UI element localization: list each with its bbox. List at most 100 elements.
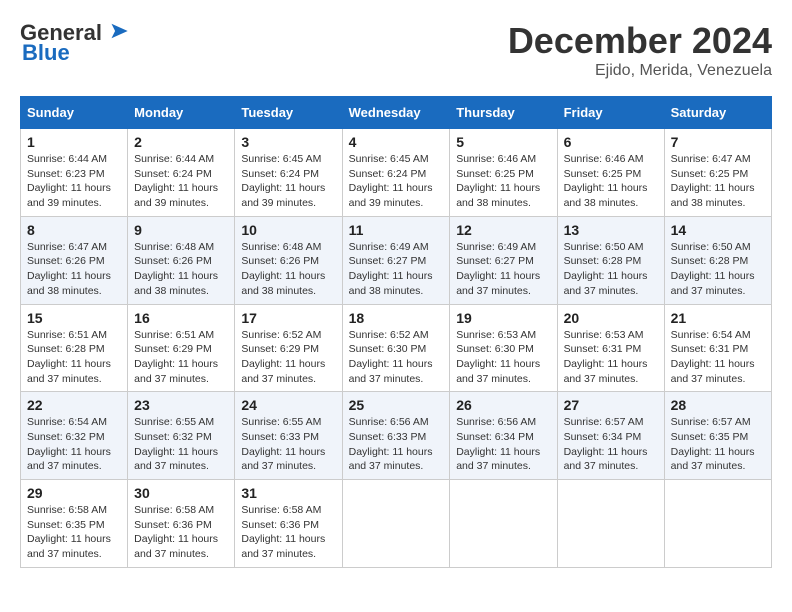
day-number: 4 [349,134,444,150]
calendar-cell: 18 Sunrise: 6:52 AM Sunset: 6:30 PM Dayl… [342,304,450,392]
day-of-week-header: Sunday [21,97,128,129]
day-number: 18 [349,310,444,326]
day-number: 2 [134,134,228,150]
day-info: Sunrise: 6:58 AM Sunset: 6:36 PM Dayligh… [241,503,335,562]
calendar-week-row: 29 Sunrise: 6:58 AM Sunset: 6:35 PM Dayl… [21,480,772,568]
calendar-cell: 16 Sunrise: 6:51 AM Sunset: 6:29 PM Dayl… [128,304,235,392]
day-number: 3 [241,134,335,150]
day-info: Sunrise: 6:57 AM Sunset: 6:34 PM Dayligh… [564,415,658,474]
calendar-week-row: 22 Sunrise: 6:54 AM Sunset: 6:32 PM Dayl… [21,392,772,480]
day-of-week-header: Saturday [664,97,771,129]
calendar-week-row: 1 Sunrise: 6:44 AM Sunset: 6:23 PM Dayli… [21,129,772,217]
day-number: 29 [27,485,121,501]
day-info: Sunrise: 6:49 AM Sunset: 6:27 PM Dayligh… [456,240,550,299]
day-info: Sunrise: 6:56 AM Sunset: 6:34 PM Dayligh… [456,415,550,474]
day-info: Sunrise: 6:51 AM Sunset: 6:29 PM Dayligh… [134,328,228,387]
calendar-cell: 22 Sunrise: 6:54 AM Sunset: 6:32 PM Dayl… [21,392,128,480]
day-info: Sunrise: 6:49 AM Sunset: 6:27 PM Dayligh… [349,240,444,299]
calendar-cell: 4 Sunrise: 6:45 AM Sunset: 6:24 PM Dayli… [342,129,450,217]
day-info: Sunrise: 6:58 AM Sunset: 6:36 PM Dayligh… [134,503,228,562]
day-number: 28 [671,397,765,413]
day-number: 30 [134,485,228,501]
day-info: Sunrise: 6:48 AM Sunset: 6:26 PM Dayligh… [134,240,228,299]
calendar-cell: 29 Sunrise: 6:58 AM Sunset: 6:35 PM Dayl… [21,480,128,568]
calendar-cell: 21 Sunrise: 6:54 AM Sunset: 6:31 PM Dayl… [664,304,771,392]
calendar-cell: 30 Sunrise: 6:58 AM Sunset: 6:36 PM Dayl… [128,480,235,568]
day-info: Sunrise: 6:54 AM Sunset: 6:32 PM Dayligh… [27,415,121,474]
day-info: Sunrise: 6:54 AM Sunset: 6:31 PM Dayligh… [671,328,765,387]
day-number: 23 [134,397,228,413]
day-number: 20 [564,310,658,326]
day-of-week-header: Thursday [450,97,557,129]
title-section: December 2024 Ejido, Merida, Venezuela [508,20,772,80]
calendar-cell: 10 Sunrise: 6:48 AM Sunset: 6:26 PM Dayl… [235,216,342,304]
calendar-cell: 8 Sunrise: 6:47 AM Sunset: 6:26 PM Dayli… [21,216,128,304]
calendar-cell [342,480,450,568]
day-number: 6 [564,134,658,150]
day-number: 14 [671,222,765,238]
day-info: Sunrise: 6:52 AM Sunset: 6:29 PM Dayligh… [241,328,335,387]
day-number: 25 [349,397,444,413]
calendar-cell: 1 Sunrise: 6:44 AM Sunset: 6:23 PM Dayli… [21,129,128,217]
calendar-cell: 17 Sunrise: 6:52 AM Sunset: 6:29 PM Dayl… [235,304,342,392]
day-number: 19 [456,310,550,326]
logo-icon [102,22,130,40]
day-of-week-header: Wednesday [342,97,450,129]
calendar-cell: 2 Sunrise: 6:44 AM Sunset: 6:24 PM Dayli… [128,129,235,217]
day-number: 10 [241,222,335,238]
day-info: Sunrise: 6:50 AM Sunset: 6:28 PM Dayligh… [564,240,658,299]
calendar-cell: 12 Sunrise: 6:49 AM Sunset: 6:27 PM Dayl… [450,216,557,304]
logo: General Blue [20,20,130,66]
day-of-week-header: Monday [128,97,235,129]
calendar-cell: 24 Sunrise: 6:55 AM Sunset: 6:33 PM Dayl… [235,392,342,480]
month-title: December 2024 [508,20,772,62]
day-info: Sunrise: 6:45 AM Sunset: 6:24 PM Dayligh… [241,152,335,211]
day-number: 24 [241,397,335,413]
day-number: 9 [134,222,228,238]
day-of-week-header: Friday [557,97,664,129]
day-info: Sunrise: 6:50 AM Sunset: 6:28 PM Dayligh… [671,240,765,299]
day-number: 16 [134,310,228,326]
calendar-cell: 31 Sunrise: 6:58 AM Sunset: 6:36 PM Dayl… [235,480,342,568]
day-number: 11 [349,222,444,238]
calendar-cell: 9 Sunrise: 6:48 AM Sunset: 6:26 PM Dayli… [128,216,235,304]
day-info: Sunrise: 6:57 AM Sunset: 6:35 PM Dayligh… [671,415,765,474]
calendar-week-row: 15 Sunrise: 6:51 AM Sunset: 6:28 PM Dayl… [21,304,772,392]
calendar-cell: 23 Sunrise: 6:55 AM Sunset: 6:32 PM Dayl… [128,392,235,480]
calendar-cell: 11 Sunrise: 6:49 AM Sunset: 6:27 PM Dayl… [342,216,450,304]
day-info: Sunrise: 6:55 AM Sunset: 6:33 PM Dayligh… [241,415,335,474]
calendar-cell: 27 Sunrise: 6:57 AM Sunset: 6:34 PM Dayl… [557,392,664,480]
calendar-cell: 28 Sunrise: 6:57 AM Sunset: 6:35 PM Dayl… [664,392,771,480]
day-number: 27 [564,397,658,413]
day-info: Sunrise: 6:53 AM Sunset: 6:31 PM Dayligh… [564,328,658,387]
day-info: Sunrise: 6:53 AM Sunset: 6:30 PM Dayligh… [456,328,550,387]
day-number: 7 [671,134,765,150]
calendar-cell: 7 Sunrise: 6:47 AM Sunset: 6:25 PM Dayli… [664,129,771,217]
calendar-cell: 13 Sunrise: 6:50 AM Sunset: 6:28 PM Dayl… [557,216,664,304]
calendar-week-row: 8 Sunrise: 6:47 AM Sunset: 6:26 PM Dayli… [21,216,772,304]
logo-blue: Blue [22,40,70,66]
calendar-cell: 25 Sunrise: 6:56 AM Sunset: 6:33 PM Dayl… [342,392,450,480]
calendar-cell: 6 Sunrise: 6:46 AM Sunset: 6:25 PM Dayli… [557,129,664,217]
day-info: Sunrise: 6:51 AM Sunset: 6:28 PM Dayligh… [27,328,121,387]
day-info: Sunrise: 6:45 AM Sunset: 6:24 PM Dayligh… [349,152,444,211]
day-info: Sunrise: 6:55 AM Sunset: 6:32 PM Dayligh… [134,415,228,474]
day-number: 13 [564,222,658,238]
calendar-cell: 26 Sunrise: 6:56 AM Sunset: 6:34 PM Dayl… [450,392,557,480]
calendar-cell [664,480,771,568]
day-info: Sunrise: 6:44 AM Sunset: 6:24 PM Dayligh… [134,152,228,211]
calendar-cell: 3 Sunrise: 6:45 AM Sunset: 6:24 PM Dayli… [235,129,342,217]
day-number: 8 [27,222,121,238]
page-header: General Blue December 2024 Ejido, Merida… [20,20,772,80]
calendar-cell: 19 Sunrise: 6:53 AM Sunset: 6:30 PM Dayl… [450,304,557,392]
day-of-week-header: Tuesday [235,97,342,129]
day-number: 15 [27,310,121,326]
day-info: Sunrise: 6:56 AM Sunset: 6:33 PM Dayligh… [349,415,444,474]
day-number: 22 [27,397,121,413]
calendar-cell [450,480,557,568]
day-number: 17 [241,310,335,326]
day-info: Sunrise: 6:46 AM Sunset: 6:25 PM Dayligh… [456,152,550,211]
day-info: Sunrise: 6:46 AM Sunset: 6:25 PM Dayligh… [564,152,658,211]
day-info: Sunrise: 6:48 AM Sunset: 6:26 PM Dayligh… [241,240,335,299]
calendar-cell: 5 Sunrise: 6:46 AM Sunset: 6:25 PM Dayli… [450,129,557,217]
